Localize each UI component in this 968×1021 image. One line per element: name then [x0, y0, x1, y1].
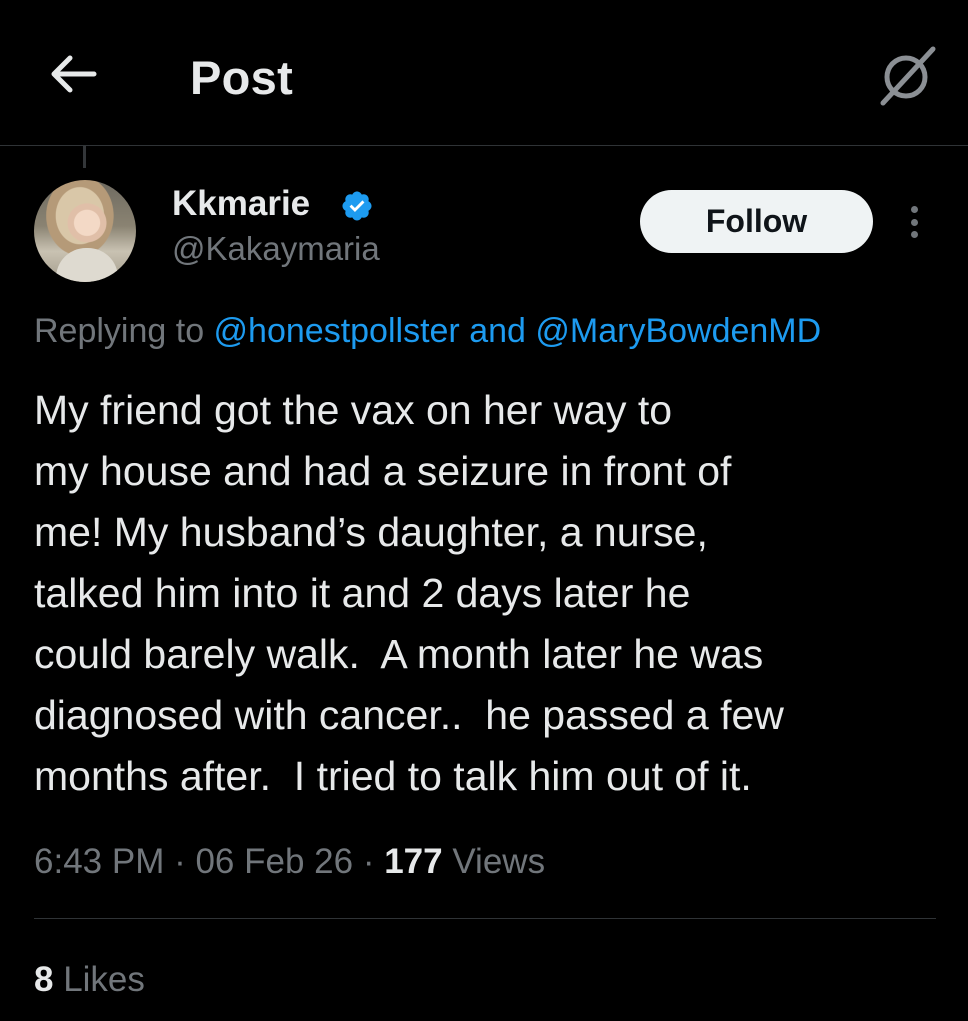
more-vertical-icon	[910, 231, 918, 238]
author-display-name[interactable]: Kkmarie	[172, 184, 310, 224]
back-button[interactable]	[44, 44, 104, 104]
grok-button[interactable]	[872, 40, 942, 110]
arrow-left-icon	[51, 55, 97, 93]
reply-context: Replying to @honestpollster and @MaryBow…	[34, 312, 821, 351]
tweet-line: My friend got the vax on her way to	[34, 387, 673, 433]
likes-label: Likes	[53, 960, 145, 999]
tweet-line: my house and had a seizure in front of	[34, 448, 732, 494]
tweet-line: diagnosed with cancer.. he passed a few	[34, 692, 784, 738]
tweet-text: My friend got the vax on her way to my h…	[34, 380, 944, 807]
verified-badge-icon[interactable]	[340, 189, 374, 223]
views-count: 177	[384, 842, 443, 881]
meta-separator: ·	[353, 842, 385, 881]
grok-icon	[880, 46, 936, 106]
page-title: Post	[190, 51, 294, 104]
tweet-meta: 6:43 PM · 06 Feb 26 · 177 Views	[34, 842, 545, 882]
thread-connector	[83, 146, 86, 168]
avatar[interactable]	[34, 180, 136, 282]
tweet-line: talked him into it and 2 days later he	[34, 570, 691, 616]
more-vertical-icon	[910, 218, 918, 226]
top-bar: Post	[0, 0, 968, 146]
views-label: Views	[442, 842, 546, 881]
mention-link[interactable]: @MaryBowdenMD	[535, 312, 821, 350]
tweet-date[interactable]: 06 Feb 26	[195, 842, 353, 881]
reply-prefix: Replying to	[34, 312, 214, 350]
author-handle[interactable]: @Kakaymaria	[172, 230, 380, 268]
mention-link[interactable]: @honestpollster	[214, 312, 460, 350]
avatar-photo	[56, 248, 118, 282]
meta-separator: ·	[164, 842, 196, 881]
divider	[34, 918, 936, 919]
mention-joiner: and	[459, 312, 536, 350]
tweet-line: could barely walk. A month later he was	[34, 631, 764, 677]
likes-stat[interactable]: 8 Likes	[34, 960, 145, 1000]
tweet-time[interactable]: 6:43 PM	[34, 842, 164, 881]
follow-button[interactable]: Follow	[640, 190, 873, 253]
likes-count: 8	[34, 960, 54, 999]
more-options-button[interactable]	[900, 200, 928, 244]
tweet-line: months after. I tried to talk him out of…	[34, 753, 752, 799]
tweet-line: me! My husband’s daughter, a nurse,	[34, 509, 708, 555]
more-vertical-icon	[910, 206, 918, 213]
